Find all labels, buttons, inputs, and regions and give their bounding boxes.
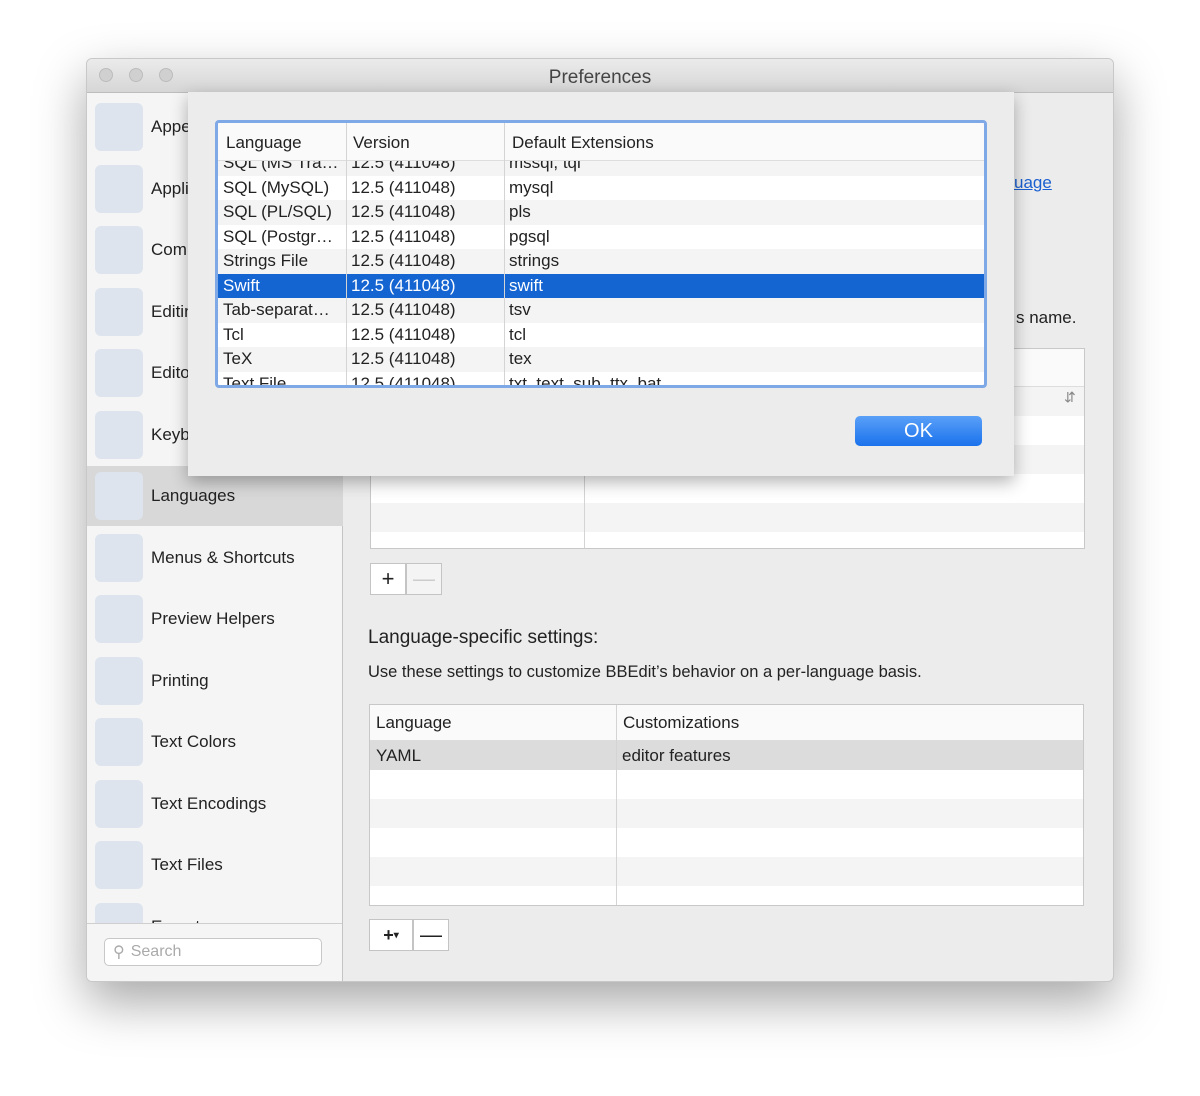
- cell-language: Swift: [223, 275, 260, 295]
- cell-extensions: swift: [509, 275, 543, 295]
- cell-language: TeX: [223, 349, 253, 368]
- checkmark-document-icon: [95, 349, 143, 397]
- cell-version: 12.5 (411048): [351, 275, 456, 295]
- cell-version: 12.5 (411048): [351, 226, 456, 246]
- column-header-extensions[interactable]: Default Extensions: [512, 133, 654, 153]
- cell-language: SQL (Postgr…: [223, 226, 333, 246]
- glasses-disguise-icon: [95, 103, 143, 151]
- cell-version: 12.5 (411048): [351, 251, 456, 270]
- sidebar-item[interactable]: Printing: [87, 651, 343, 711]
- cell-version: 12.5 (411048): [351, 324, 456, 344]
- cell-extensions: mysql: [509, 177, 554, 197]
- popup-chevrons-icon[interactable]: ⇵: [1064, 389, 1076, 406]
- cell-language: Tab-separat…: [223, 300, 330, 319]
- completion-list-icon: [95, 226, 143, 274]
- cell-extensions: pls: [509, 202, 531, 221]
- cell-version: 12.5 (411048): [351, 202, 456, 221]
- cell-extensions: txt, text, sub, ttx, bat: [509, 373, 662, 386]
- cell-language: Tcl: [223, 324, 244, 344]
- section-description: Use these settings to customize BBEdit’s…: [368, 663, 922, 681]
- cell-version: 12.5 (411048): [351, 373, 456, 386]
- search-input[interactable]: ⚲ Search: [104, 938, 322, 966]
- pencil-icon: [95, 287, 143, 336]
- table-row[interactable]: SQL (Postgr… 12.5 (411048) pgsql: [218, 225, 984, 250]
- table-row[interactable]: Tab-separat… 12.5 (411048) tsv: [218, 298, 984, 323]
- cell-extensions: tex: [509, 349, 532, 368]
- sidebar-item[interactable]: Menus & Shortcuts: [87, 528, 343, 588]
- window-title: Preferences: [548, 67, 652, 88]
- sidebar-item[interactable]: Text Encodings: [87, 774, 343, 834]
- color-swatches-icon: [95, 718, 143, 766]
- sidebar-item-label: Menus & Shortcuts: [151, 547, 295, 567]
- app-cube-icon: [95, 164, 143, 213]
- table-row[interactable]: Strings File 12.5 (411048) strings: [218, 249, 984, 274]
- sidebar-item[interactable]: Preview Helpers: [87, 589, 343, 649]
- keyboard-icon: [95, 410, 143, 459]
- add-mapping-button[interactable]: +: [370, 563, 406, 595]
- cell-extensions: tcl: [509, 324, 526, 344]
- sidebar-item-label: Preview Helpers: [151, 609, 275, 628]
- table-row[interactable]: Text File 12.5 (411048) txt, text, sub, tt…: [218, 372, 984, 386]
- cell-version: 12.5 (411048): [351, 177, 456, 197]
- instruction-text-fragment: s name.: [1016, 308, 1077, 327]
- search-placeholder: Search: [130, 943, 182, 960]
- printer-icon: [95, 656, 143, 705]
- cell-extensions: strings: [509, 251, 560, 270]
- cell-language: SQL (MS Tra…: [223, 161, 339, 172]
- ok-button[interactable]: OK: [855, 416, 982, 446]
- title-bar: Preferences: [87, 59, 1113, 93]
- row-customizations: editor features: [622, 746, 731, 765]
- search-icon: ⚲: [113, 944, 125, 961]
- row-language: YAML: [376, 746, 422, 765]
- languages-icon: [95, 472, 143, 520]
- sidebar-item-label: Text Colors: [151, 732, 237, 751]
- table-row[interactable]: TeX 12.5 (411048) tex: [218, 347, 984, 372]
- cell-version: 12.5 (411048): [351, 161, 456, 172]
- cell-extensions: pgsql: [509, 226, 550, 246]
- flag-icon: [95, 779, 143, 828]
- remove-customization-button[interactable]: —: [413, 919, 449, 951]
- sidebar-item-label: Languages: [151, 486, 236, 505]
- table-row[interactable]: SQL (MySQL) 12.5 (411048) mysql: [218, 176, 984, 201]
- cell-language: Text File: [223, 373, 287, 386]
- table-row[interactable]: Swift 12.5 (411048) swift: [218, 273, 984, 298]
- column-header-language[interactable]: Language: [376, 713, 452, 733]
- customizations-table[interactable]: Language Customizations YAML editor feat…: [369, 704, 1084, 906]
- preview-icon: [95, 595, 143, 643]
- column-header-version[interactable]: Version: [353, 133, 410, 153]
- cell-language: Strings File: [223, 251, 309, 270]
- sidebar-item-label: Printing: [151, 670, 209, 690]
- menu-icon: [95, 533, 143, 582]
- cell-language: SQL (PL/SQL): [223, 202, 332, 221]
- table-row[interactable]: SQL (MS Tra… 12.5 (411048) mssql, tql: [218, 161, 984, 176]
- cell-version: 12.5 (411048): [351, 300, 456, 319]
- table-row[interactable]: Tcl 12.5 (411048) tcl: [218, 323, 984, 348]
- column-header-language[interactable]: Language: [226, 133, 302, 153]
- installed-languages-sheet: Language Version Default Extensions SQL …: [188, 92, 1014, 476]
- sidebar-item-label: Text Encodings: [151, 793, 267, 813]
- cell-language: SQL (MySQL): [223, 177, 330, 197]
- language-link[interactable]: uage: [1014, 173, 1052, 193]
- cell-extensions: tsv: [509, 300, 531, 319]
- cell-version: 12.5 (411048): [351, 349, 456, 368]
- sidebar-item[interactable]: Text Colors: [87, 712, 343, 772]
- section-title: Language-specific settings:: [368, 627, 599, 648]
- table-row[interactable]: YAML editor features: [370, 741, 1083, 770]
- sidebar-item[interactable]: Text Files: [87, 835, 343, 895]
- text-file-icon: [95, 841, 143, 889]
- cell-extensions: mssql, tql: [509, 161, 581, 172]
- installed-languages-table[interactable]: Language Version Default Extensions SQL …: [215, 120, 987, 388]
- add-customization-menu-button[interactable]: + ▾: [369, 919, 413, 951]
- column-header-customizations[interactable]: Customizations: [623, 713, 739, 733]
- table-row[interactable]: SQL (PL/SQL) 12.5 (411048) pls: [218, 200, 984, 225]
- sidebar-item-label: Text Files: [151, 855, 223, 874]
- remove-mapping-button[interactable]: —: [406, 563, 442, 595]
